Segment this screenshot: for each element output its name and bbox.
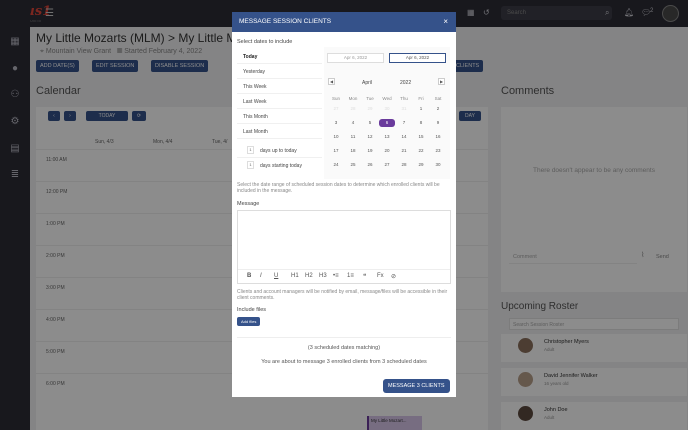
calendar-day[interactable]: 24 <box>328 161 344 169</box>
divider <box>237 108 322 109</box>
underline-icon[interactable]: U <box>274 273 278 279</box>
divider <box>237 337 451 338</box>
calendar-day-outside[interactable]: 30 <box>379 105 395 113</box>
calendar-day[interactable]: 18 <box>345 147 361 155</box>
italic-icon[interactable]: I <box>260 273 262 279</box>
add-files-button[interactable]: Add files <box>237 317 261 326</box>
calendar-day[interactable]: 9 <box>430 119 446 127</box>
range-this-month[interactable]: This Month <box>243 113 323 121</box>
message-clients-modal: MESSAGE SESSION CLIENTS × Select dates t… <box>232 12 456 397</box>
calendar-day[interactable]: 28 <box>396 161 412 169</box>
weekday-label: Mon <box>348 96 358 101</box>
calendar-day-selected[interactable]: 6 <box>379 119 395 127</box>
calendar-day[interactable]: 23 <box>430 147 446 155</box>
notify-hint: Clients and account managers will be not… <box>237 289 448 301</box>
weekday-label: Fri <box>418 96 424 101</box>
calendar-day[interactable]: 14 <box>396 133 412 141</box>
date-range-calendar: Apr 6, 2022 Apr 6, 2022 ◀ April 2022 ▶ S… <box>324 47 450 179</box>
modal-header: MESSAGE SESSION CLIENTS × <box>232 12 456 32</box>
select-dates-label: Select dates to include <box>237 39 293 45</box>
calendar-day-outside[interactable]: 31 <box>396 105 412 113</box>
weekday-label: Sun <box>331 96 340 101</box>
range-this-week[interactable]: This Week <box>243 83 323 91</box>
quote-icon[interactable]: ❝ <box>363 273 366 280</box>
calendar-day[interactable]: 7 <box>396 119 412 127</box>
year-select[interactable]: 2022 <box>400 80 411 86</box>
calendar-day-outside[interactable]: 28 <box>345 105 361 113</box>
calendar-day[interactable]: 5 <box>362 119 378 127</box>
calendar-day[interactable]: 20 <box>379 147 395 155</box>
calendar-day[interactable]: 27 <box>379 161 395 169</box>
weekday-label: Thu <box>400 96 408 101</box>
calendar-day[interactable]: 4 <box>345 119 361 127</box>
range-hint: Select the date range of scheduled sessi… <box>237 182 440 194</box>
divider <box>237 157 322 158</box>
calendar-day[interactable]: 13 <box>379 133 395 141</box>
include-files-label: Include files <box>237 307 267 313</box>
range-yesterday[interactable]: Yesterday <box>243 68 323 76</box>
calendar-day[interactable]: 17 <box>328 147 344 155</box>
range-last-month[interactable]: Last Month <box>243 128 323 136</box>
calendar-day[interactable]: 25 <box>345 161 361 169</box>
calendar-day[interactable]: 12 <box>362 133 378 141</box>
message-clients-button[interactable]: MESSAGE 3 CLIENTS <box>383 379 450 393</box>
calendar-day[interactable]: 1 <box>413 105 429 113</box>
divider <box>237 123 322 124</box>
range-last-week[interactable]: Last Week <box>243 98 323 106</box>
h1-icon[interactable]: H1 <box>291 273 299 279</box>
calendar-day[interactable]: 10 <box>328 133 344 141</box>
divider <box>237 93 322 94</box>
calendar-day-outside[interactable]: 27 <box>328 105 344 113</box>
link-icon[interactable]: ⊘ <box>391 273 396 280</box>
calendar-day[interactable]: 30 <box>430 161 446 169</box>
numbered-list-icon[interactable]: 1≡ <box>347 273 354 279</box>
calendar-day[interactable]: 11 <box>345 133 361 141</box>
modal-title: MESSAGE SESSION CLIENTS <box>239 18 332 25</box>
end-date-input[interactable]: Apr 6, 2022 <box>389 53 446 63</box>
divider <box>237 78 322 79</box>
divider <box>237 138 322 139</box>
calendar-day[interactable]: 26 <box>362 161 378 169</box>
days-starting-input[interactable]: 1 <box>247 161 254 169</box>
weekday-label: Tue <box>366 96 374 101</box>
prev-month-button[interactable]: ◀ <box>328 78 335 85</box>
calendar-day[interactable]: 29 <box>413 161 429 169</box>
calendar-day[interactable]: 2 <box>430 105 446 113</box>
h3-icon[interactable]: H3 <box>319 273 327 279</box>
calendar-day[interactable]: 15 <box>413 133 429 141</box>
weekday-label: Sat <box>434 96 442 101</box>
summary-text: You are about to message 3 enrolled clie… <box>261 359 427 365</box>
bold-icon[interactable]: B <box>247 273 251 279</box>
bullet-list-icon[interactable]: •≡ <box>333 273 339 279</box>
days-up-input[interactable]: 1 <box>247 146 254 154</box>
calendar-day[interactable]: 22 <box>413 147 429 155</box>
calendar-day[interactable]: 8 <box>413 119 429 127</box>
message-label: Message <box>237 201 260 207</box>
start-date-input[interactable]: Apr 6, 2022 <box>327 53 384 63</box>
calendar-day[interactable]: 21 <box>396 147 412 155</box>
close-icon[interactable]: × <box>443 17 448 26</box>
next-month-button[interactable]: ▶ <box>438 78 445 85</box>
divider <box>237 63 322 64</box>
h2-icon[interactable]: H2 <box>305 273 313 279</box>
message-editor[interactable]: B I U H1 H2 H3 •≡ 1≡ ❝ Fx ⊘ <box>237 210 451 284</box>
divider <box>238 269 450 270</box>
formula-icon[interactable]: Fx <box>377 273 384 279</box>
calendar-day[interactable]: 3 <box>328 119 344 127</box>
calendar-day[interactable]: 19 <box>362 147 378 155</box>
calendar-day-outside[interactable]: 29 <box>362 105 378 113</box>
matching-dates-text: (3 scheduled dates matching) <box>307 345 381 351</box>
range-today[interactable]: Today <box>243 53 323 61</box>
month-select[interactable]: April <box>362 80 372 86</box>
calendar-day[interactable]: 16 <box>430 133 446 141</box>
weekday-label: Wed <box>382 96 392 101</box>
